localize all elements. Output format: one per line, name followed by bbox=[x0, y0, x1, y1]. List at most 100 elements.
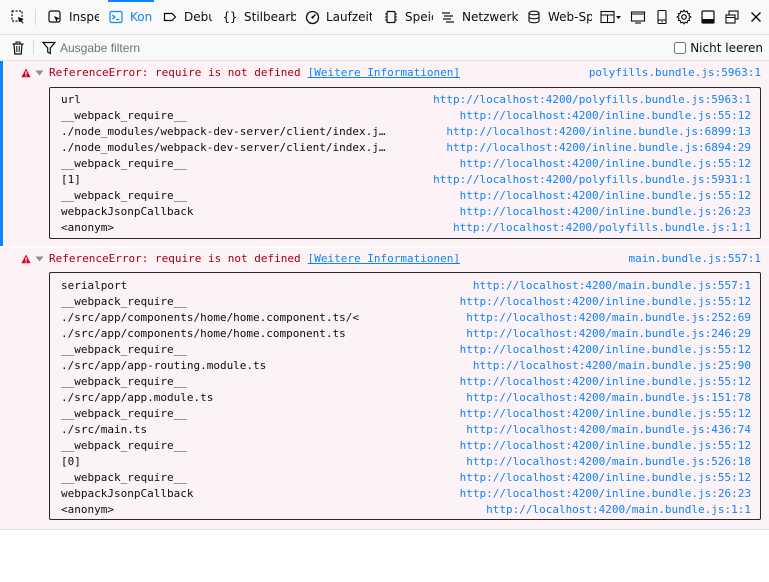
frame-location-link[interactable]: http://localhost:4200/inline.bundle.js:6… bbox=[446, 124, 751, 140]
frame-location-link[interactable]: http://localhost:4200/main.bundle.js:151… bbox=[466, 390, 751, 406]
frame-location-link[interactable]: http://localhost:4200/main.bundle.js:557… bbox=[473, 278, 751, 294]
filter-separator bbox=[33, 40, 34, 55]
frame-location-link[interactable]: http://localhost:4200/inline.bundle.js:5… bbox=[460, 342, 751, 358]
frame-function-name: __webpack_require__ bbox=[61, 471, 187, 484]
console-filter-bar: Nicht leeren bbox=[0, 35, 769, 61]
stack-frame: __webpack_require__ http://localhost:4200… bbox=[50, 108, 760, 124]
stack-frame: webpackJsonpCallback http://localhost:420… bbox=[50, 486, 760, 502]
console-error-message: ReferenceError: require is not defined [W… bbox=[0, 61, 769, 246]
stack-frame: ./node_modules/webpack-dev-server/client… bbox=[50, 140, 760, 156]
frame-function-name: serialport bbox=[61, 279, 128, 292]
tab-label: Speic bbox=[405, 10, 433, 24]
frame-function-name: ./node_modules/webpack-dev-server/client… bbox=[61, 125, 386, 138]
stack-frame: [1] http://localhost:4200/polyfills.bundl… bbox=[50, 172, 760, 188]
stack-frame: [0] http://localhost:4200/main.bundle.js:… bbox=[50, 454, 760, 470]
stack-frame: ./src/app/app-routing.module.ts http://lo… bbox=[50, 358, 760, 374]
frame-function-name: __webpack_require__ bbox=[61, 109, 187, 122]
tab-label: Stilbearbe bbox=[244, 10, 296, 24]
message-location-link[interactable]: main.bundle.js:557:1 bbox=[629, 250, 761, 268]
frame-location-link[interactable]: http://localhost:4200/inline.bundle.js:5… bbox=[460, 188, 751, 204]
close-toolbox-button[interactable] bbox=[744, 0, 768, 34]
tab-debugger[interactable]: Debu bbox=[162, 0, 212, 34]
frame-function-name: ./src/main.ts bbox=[61, 423, 148, 436]
tab-inspector[interactable]: Inspe bbox=[47, 0, 99, 34]
settings-button[interactable] bbox=[672, 0, 696, 34]
persist-logs-checkbox[interactable] bbox=[674, 41, 687, 54]
stack-frame: <anonym> http://localhost:4200/polyfills.… bbox=[50, 220, 760, 236]
learn-more-link[interactable]: [Weitere Informationen] bbox=[308, 252, 460, 265]
mobile-view-button[interactable] bbox=[650, 0, 674, 34]
frame-location-link[interactable]: http://localhost:4200/inline.bundle.js:5… bbox=[460, 470, 751, 486]
stack-trace: serialport http://localhost:4200/main.bun… bbox=[49, 272, 761, 520]
pick-element-icon bbox=[11, 10, 24, 24]
learn-more-link[interactable]: [Weitere Informationen] bbox=[308, 66, 460, 79]
frame-location-link[interactable]: http://localhost:4200/polyfills.bundle.j… bbox=[433, 172, 751, 188]
stack-frame: ./src/app/app.module.ts http://localhost:… bbox=[50, 390, 760, 406]
pick-element-button[interactable] bbox=[4, 0, 32, 34]
frame-location-link[interactable]: http://localhost:4200/main.bundle.js:252… bbox=[466, 310, 751, 326]
frame-location-link[interactable]: http://localhost:4200/polyfills.bundle.j… bbox=[453, 220, 751, 236]
trash-icon bbox=[12, 41, 24, 55]
tab-performance[interactable]: Laufzeita bbox=[304, 0, 372, 34]
frame-location-link[interactable]: http://localhost:4200/polyfills.bundle.j… bbox=[433, 92, 751, 108]
responsive-mode-button[interactable] bbox=[626, 0, 650, 34]
chevron-down-icon[interactable] bbox=[35, 70, 44, 76]
frame-function-name: __webpack_require__ bbox=[61, 375, 187, 388]
stack-frame: serialport http://localhost:4200/main.bun… bbox=[50, 278, 760, 294]
frame-location-link[interactable]: http://localhost:4200/main.bundle.js:1:1 bbox=[486, 502, 751, 518]
error-icon bbox=[21, 68, 31, 78]
message-header: ReferenceError: require is not defined [W… bbox=[3, 250, 769, 268]
stack-frame: __webpack_require__ http://localhost:4200… bbox=[50, 342, 760, 358]
frame-function-name: ./src/app/app.module.ts bbox=[61, 391, 214, 404]
stack-trace: url http://localhost:4200/polyfills.bundl… bbox=[49, 87, 761, 239]
tab-console[interactable]: Kon bbox=[108, 0, 154, 34]
frame-function-name: __webpack_require__ bbox=[61, 295, 187, 308]
error-icon bbox=[21, 254, 31, 264]
frame-location-link[interactable]: http://localhost:4200/inline.bundle.js:5… bbox=[460, 156, 751, 172]
settings-gear-icon bbox=[676, 9, 692, 25]
frame-location-link[interactable]: http://localhost:4200/inline.bundle.js:5… bbox=[460, 406, 751, 422]
frame-location-link[interactable]: http://localhost:4200/inline.bundle.js:5… bbox=[460, 108, 751, 124]
dock-side-button[interactable] bbox=[696, 0, 720, 34]
undock-window-button[interactable] bbox=[720, 0, 744, 34]
stack-frame: ./node_modules/webpack-dev-server/client… bbox=[50, 124, 760, 140]
clear-console-button[interactable] bbox=[11, 35, 25, 60]
tab-style-editor[interactable]: {} Stilbearbe bbox=[222, 0, 296, 34]
message-text: ReferenceError: require is not defined [W… bbox=[49, 64, 460, 82]
frame-location-link[interactable]: http://localhost:4200/main.bundle.js:25:… bbox=[473, 358, 751, 374]
frame-function-name: __webpack_require__ bbox=[61, 407, 187, 420]
stack-frame: url http://localhost:4200/polyfills.bundl… bbox=[50, 92, 760, 108]
dock-layout-button[interactable] bbox=[596, 0, 626, 34]
stack-frame: ./src/main.ts http://localhost:4200/main.… bbox=[50, 422, 760, 438]
frame-function-name: __webpack_require__ bbox=[61, 343, 187, 356]
frame-location-link[interactable]: http://localhost:4200/inline.bundle.js:5… bbox=[460, 438, 751, 454]
message-location-link[interactable]: polyfills.bundle.js:5963:1 bbox=[589, 64, 761, 82]
tab-label: Laufzeita bbox=[326, 10, 372, 24]
frame-location-link[interactable]: http://localhost:4200/inline.bundle.js:2… bbox=[460, 204, 751, 220]
stack-frame: ./src/app/components/home/home.component… bbox=[50, 310, 760, 326]
frame-function-name: ./src/app/app-routing.module.ts bbox=[61, 359, 267, 372]
stack-frame: __webpack_require__ http://localhost:4200… bbox=[50, 294, 760, 310]
frame-location-link[interactable]: http://localhost:4200/main.bundle.js:246… bbox=[466, 326, 751, 342]
error-text: ReferenceError: require is not defined bbox=[49, 252, 301, 265]
frame-location-link[interactable]: http://localhost:4200/inline.bundle.js:5… bbox=[460, 374, 751, 390]
undock-window-icon bbox=[725, 10, 739, 24]
frame-function-name: url bbox=[61, 93, 81, 106]
frame-location-link[interactable]: http://localhost:4200/inline.bundle.js:6… bbox=[446, 140, 751, 156]
tab-memory[interactable]: Speic bbox=[383, 0, 433, 34]
memory-icon bbox=[383, 9, 399, 25]
tab-storage[interactable]: Web-Spe bbox=[526, 0, 592, 34]
filter-output-input[interactable] bbox=[60, 38, 480, 57]
frame-location-link[interactable]: http://localhost:4200/inline.bundle.js:2… bbox=[460, 486, 751, 502]
tab-network[interactable]: Netzwerka bbox=[440, 0, 518, 34]
frame-function-name: [0] bbox=[61, 455, 81, 468]
frame-function-name: ./src/app/components/home/home.component… bbox=[61, 327, 346, 340]
persist-logs-toggle[interactable]: Nicht leeren bbox=[674, 35, 763, 60]
stack-frame: __webpack_require__ http://localhost:4200… bbox=[50, 406, 760, 422]
frame-function-name: webpackJsonpCallback bbox=[61, 205, 194, 218]
frame-location-link[interactable]: http://localhost:4200/main.bundle.js:526… bbox=[466, 454, 751, 470]
frame-location-link[interactable]: http://localhost:4200/inline.bundle.js:5… bbox=[460, 294, 751, 310]
stack-frame: __webpack_require__ http://localhost:4200… bbox=[50, 188, 760, 204]
chevron-down-icon[interactable] bbox=[35, 256, 44, 262]
frame-location-link[interactable]: http://localhost:4200/main.bundle.js:436… bbox=[466, 422, 751, 438]
